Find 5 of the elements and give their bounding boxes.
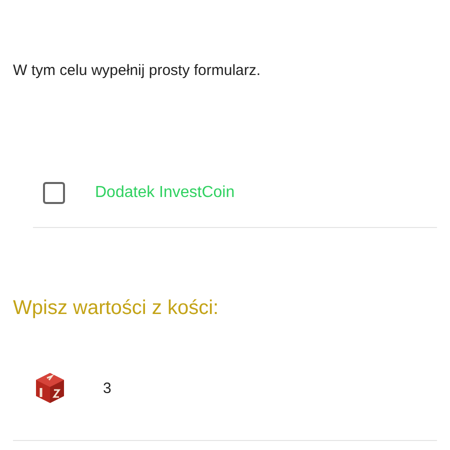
intro-text: W tym celu wypełnij prosty formularz. — [13, 61, 262, 81]
dice-value-field[interactable]: 3 — [103, 380, 163, 396]
dice-icon — [33, 371, 67, 405]
checkbox[interactable] — [43, 182, 65, 204]
section-heading: Wpisz wartości z kości: — [13, 296, 220, 321]
